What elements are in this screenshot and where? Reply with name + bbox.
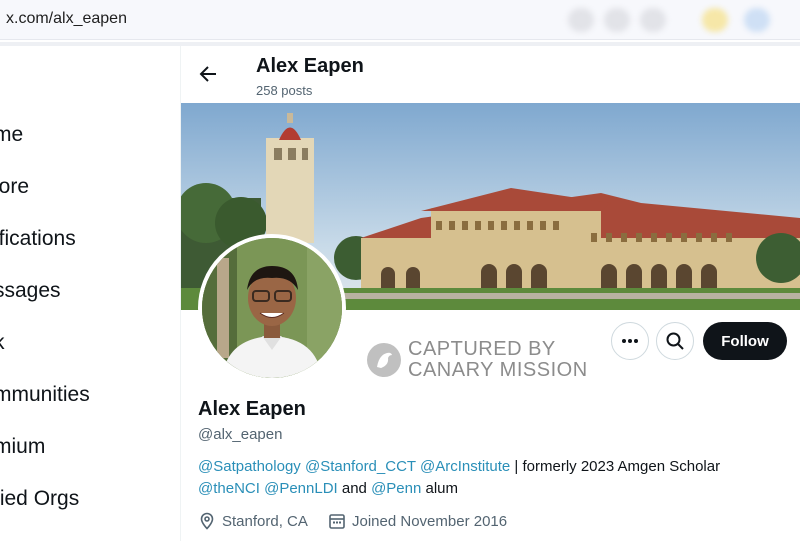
nav-item-messages[interactable]: ssages [0, 279, 61, 303]
bio-mention[interactable]: @Stanford_CCT [305, 458, 416, 475]
extension-icon[interactable] [702, 8, 728, 32]
watermark-line1: CAPTURED BY [408, 338, 556, 360]
nav-item-premium[interactable]: mium [0, 435, 45, 459]
bio-text: | formerly 2023 Amgen Scholar [510, 458, 721, 475]
profile-avatar[interactable] [198, 234, 346, 382]
bio-mention[interactable]: @theNCI [198, 480, 260, 497]
search-button[interactable] [656, 322, 694, 360]
nav-item-notifications[interactable]: ifications [0, 227, 76, 251]
location-pin-icon [200, 512, 214, 530]
profile-joined: Joined November 2016 [328, 512, 507, 530]
extension-icon[interactable] [744, 8, 770, 32]
header-name: Alex Eapen [256, 55, 364, 77]
toolbar-icon[interactable] [604, 8, 630, 32]
profile-location: Stanford, CA [198, 512, 308, 530]
toolbar-icon[interactable] [568, 8, 594, 32]
follow-button[interactable]: Follow [703, 322, 787, 360]
canary-mission-logo-icon [367, 343, 401, 377]
location-text: Stanford, CA [222, 512, 308, 530]
calendar-icon [329, 514, 345, 529]
joined-text: Joined November 2016 [352, 512, 508, 530]
back-arrow-icon[interactable] [196, 62, 220, 86]
nav-item-grok[interactable]: k [0, 331, 5, 355]
divider [0, 42, 800, 46]
avatar-photo [202, 238, 342, 378]
browser-address-bar[interactable]: x.com/alx_eapen [0, 0, 800, 40]
bio-text: and [337, 480, 372, 497]
bio-mention[interactable]: @Penn [371, 480, 421, 497]
bio-line-2: @theNCI @PennLDI and @Penn alum [198, 480, 798, 497]
search-icon [666, 332, 684, 350]
bio-mention[interactable]: @ArcInstitute [420, 458, 510, 475]
more-button[interactable] [611, 322, 649, 360]
nav-item-explore[interactable]: lore [0, 175, 29, 199]
bio-text: alum [421, 480, 459, 497]
post-count: 258 posts [256, 83, 313, 98]
bio-mention[interactable]: @PennLDI [264, 480, 338, 497]
watermark-line2: CANARY MISSION [408, 359, 588, 381]
url-text[interactable]: x.com/alx_eapen [6, 10, 127, 28]
profile-handle: @alx_eapen [198, 426, 283, 443]
profile-name: Alex Eapen [198, 398, 306, 420]
bio-mention[interactable]: @Satpathology [198, 458, 301, 475]
nav-item-verified-orgs[interactable]: fied Orgs [0, 487, 79, 511]
nav-item-communities[interactable]: mmunities [0, 383, 90, 407]
toolbar-icon[interactable] [640, 8, 666, 32]
nav-item-home[interactable]: me [0, 123, 23, 147]
more-icon [622, 339, 638, 343]
bio-line-1: @Satpathology @Stanford_CCT @ArcInstitut… [198, 458, 798, 475]
